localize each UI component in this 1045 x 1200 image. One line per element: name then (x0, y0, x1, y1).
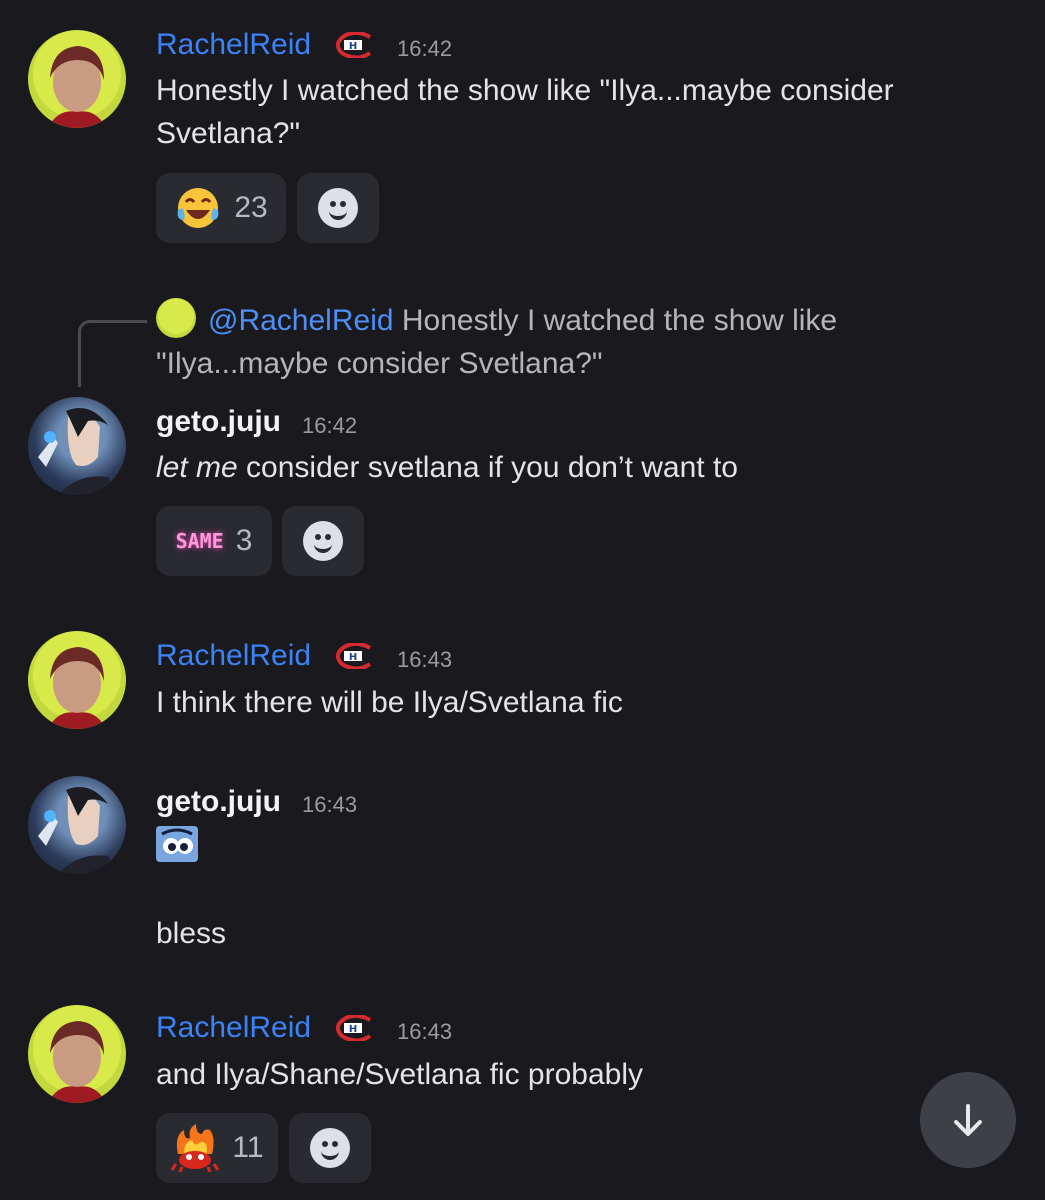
avatar-geto-juju[interactable] (28, 397, 126, 495)
timestamp: 16:42 (397, 36, 453, 61)
smiley-add-reaction-icon (303, 521, 343, 561)
text-rest: consider svetlana if you don’t want to (237, 451, 738, 484)
reaction-same[interactable]: SAME 3 (156, 506, 272, 576)
timestamp: 16:42 (302, 413, 358, 438)
message-text: I think there will be Ilya/Svetlana fic (156, 686, 623, 719)
canadiens-logo-icon: H (335, 30, 372, 60)
username[interactable]: RachelReid (156, 639, 311, 673)
timestamp: 16:43 (397, 647, 453, 672)
same-emoji: SAME (175, 529, 224, 553)
svg-text:H: H (349, 1024, 357, 1035)
message-text: bless (156, 917, 227, 950)
avatar-geto-juju[interactable] (28, 776, 126, 874)
username[interactable]: geto.juju (156, 405, 281, 439)
avatar-rachelreid[interactable] (28, 1005, 126, 1103)
add-reaction-button[interactable] (282, 506, 364, 576)
add-reaction-button[interactable] (289, 1113, 371, 1183)
arrow-down-icon (954, 1104, 982, 1136)
canadiens-logo-icon: H (335, 1013, 372, 1043)
add-reaction-button[interactable] (297, 173, 379, 243)
message-text: Honestly I watched the show like "Ilya..… (156, 74, 894, 150)
fire-crab-emoji (171, 1124, 220, 1172)
reply-preview[interactable]: @RachelReid Honestly I watched the show … (156, 298, 996, 385)
reaction-count: 11 (232, 1131, 264, 1164)
timestamp: 16:43 (397, 1019, 453, 1044)
reaction-laughing[interactable]: 23 (156, 173, 286, 243)
reply-mention[interactable]: @RachelReid (208, 304, 394, 337)
svg-text:H: H (349, 652, 357, 663)
avatar-rachelreid[interactable] (28, 631, 126, 729)
reply-avatar (156, 298, 196, 338)
smiley-add-reaction-icon (318, 188, 358, 228)
canadiens-logo-icon: H (335, 641, 372, 671)
laughing-crying-emoji (177, 188, 219, 228)
smiley-add-reaction-icon (310, 1128, 350, 1168)
username[interactable]: RachelReid (156, 28, 311, 62)
reaction-fire-crab[interactable]: 11 (156, 1113, 278, 1183)
reply-connector (78, 320, 147, 387)
scroll-to-bottom-button[interactable] (920, 1072, 1016, 1168)
reaction-count: 3 (235, 524, 253, 557)
timestamp: 16:43 (302, 792, 358, 817)
username[interactable]: RachelReid (156, 1011, 311, 1045)
message-text: and Ilya/Shane/Svetlana fic probably (156, 1058, 643, 1091)
blue-cartoon-sticker[interactable] (156, 826, 198, 862)
avatar-rachelreid[interactable] (28, 30, 126, 128)
reaction-count: 23 (234, 191, 268, 224)
username[interactable]: geto.juju (156, 785, 281, 819)
message-text: let me consider svetlana if you don’t wa… (156, 446, 976, 489)
svg-text:H: H (349, 41, 357, 52)
italic-text: let me (156, 451, 238, 484)
